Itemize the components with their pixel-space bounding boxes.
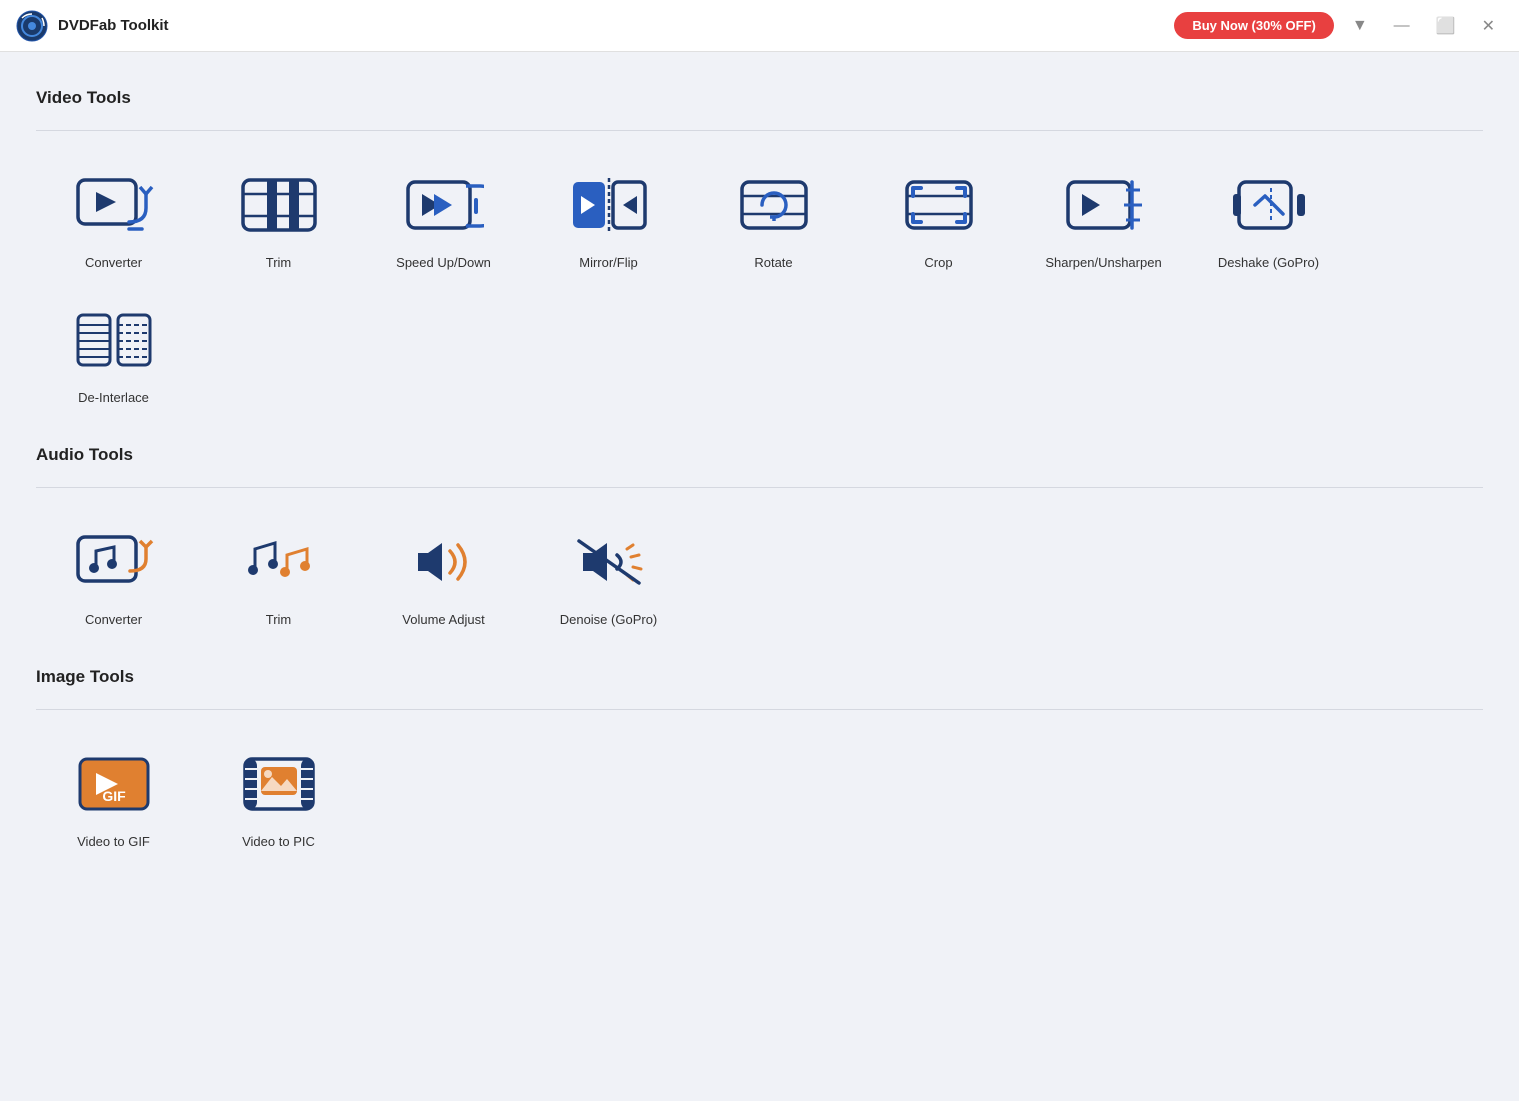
tool-video-rotate[interactable]: Rotate [696, 155, 851, 280]
tool-label: Converter [85, 255, 142, 270]
audio-converter-icon [74, 531, 154, 593]
tool-video-crop[interactable]: Crop [861, 155, 1016, 280]
tool-label: Volume Adjust [402, 612, 484, 627]
tool-image-pic[interactable]: Video to PIC [201, 734, 356, 859]
svg-text:GIF: GIF [102, 788, 126, 804]
titlebar: DVDFab Toolkit Buy Now (30% OFF) ▼ — ⬜ ✕ [0, 0, 1519, 52]
titlebar-left: DVDFab Toolkit [16, 10, 169, 42]
tool-video-deinterlace[interactable]: De-Interlace [36, 290, 191, 415]
tool-label: De-Interlace [78, 390, 149, 405]
audio-tools-divider [36, 487, 1483, 488]
tool-label: Deshake (GoPro) [1218, 255, 1319, 270]
tool-audio-converter[interactable]: Converter [36, 512, 191, 637]
tool-video-mirror[interactable]: Mirror/Flip [531, 155, 686, 280]
tool-image-gif[interactable]: GIF Video to GIF [36, 734, 191, 859]
main-content: Video Tools Converter [0, 52, 1519, 1049]
minimize-button[interactable]: — [1386, 13, 1418, 39]
video-trim-icon [239, 174, 319, 236]
tool-label: Trim [266, 612, 292, 627]
video-tools-section: Video Tools Converter [36, 88, 1483, 415]
image-pic-icon [239, 753, 319, 815]
image-tools-section: Image Tools GIF Video to GIF [36, 667, 1483, 859]
video-deshake-icon [1229, 174, 1309, 236]
tool-label: Trim [266, 255, 292, 270]
tool-label: Converter [85, 612, 142, 627]
tool-label: Rotate [754, 255, 792, 270]
video-tools-divider [36, 130, 1483, 131]
video-tools-grid: Converter Trim [36, 155, 1483, 415]
video-sharpen-icon [1064, 174, 1144, 236]
minimize-dropdown-button[interactable]: ▼ [1344, 13, 1376, 39]
tool-label: Sharpen/Unsharpen [1045, 255, 1161, 270]
tool-label: Video to PIC [242, 834, 315, 849]
tool-label: Speed Up/Down [396, 255, 491, 270]
close-button[interactable]: ✕ [1474, 12, 1503, 40]
image-tools-grid: GIF Video to GIF [36, 734, 1483, 859]
video-deinterlace-icon [74, 309, 154, 371]
titlebar-right: Buy Now (30% OFF) ▼ — ⬜ ✕ [1174, 12, 1503, 40]
video-mirror-icon [569, 174, 649, 236]
tool-audio-trim[interactable]: Trim [201, 512, 356, 637]
video-converter-icon [74, 174, 154, 236]
app-title: DVDFab Toolkit [58, 17, 169, 34]
tool-label: Crop [924, 255, 952, 270]
audio-tools-grid: Converter Trim [36, 512, 1483, 637]
video-rotate-icon [734, 174, 814, 236]
tool-video-sharpen[interactable]: Sharpen/Unsharpen [1026, 155, 1181, 280]
image-tools-divider [36, 709, 1483, 710]
tool-video-deshake[interactable]: Deshake (GoPro) [1191, 155, 1346, 280]
image-tools-title: Image Tools [36, 667, 1483, 687]
tool-label: Video to GIF [77, 834, 150, 849]
audio-tools-section: Audio Tools Converter [36, 445, 1483, 637]
buy-now-button[interactable]: Buy Now (30% OFF) [1174, 12, 1334, 39]
video-speed-icon [404, 174, 484, 236]
audio-trim-icon [239, 531, 319, 593]
audio-volume-icon [404, 531, 484, 593]
tool-video-speed[interactable]: Speed Up/Down [366, 155, 521, 280]
image-gif-icon: GIF [74, 753, 154, 815]
video-crop-icon [899, 174, 979, 236]
video-tools-title: Video Tools [36, 88, 1483, 108]
tool-audio-volume[interactable]: Volume Adjust [366, 512, 521, 637]
maximize-button[interactable]: ⬜ [1428, 12, 1464, 40]
audio-denoise-icon [569, 531, 649, 593]
tool-video-converter[interactable]: Converter [36, 155, 191, 280]
audio-tools-title: Audio Tools [36, 445, 1483, 465]
tool-label: Mirror/Flip [579, 255, 638, 270]
tool-audio-denoise[interactable]: Denoise (GoPro) [531, 512, 686, 637]
app-logo-icon [16, 10, 48, 42]
tool-video-trim[interactable]: Trim [201, 155, 356, 280]
tool-label: Denoise (GoPro) [560, 612, 658, 627]
